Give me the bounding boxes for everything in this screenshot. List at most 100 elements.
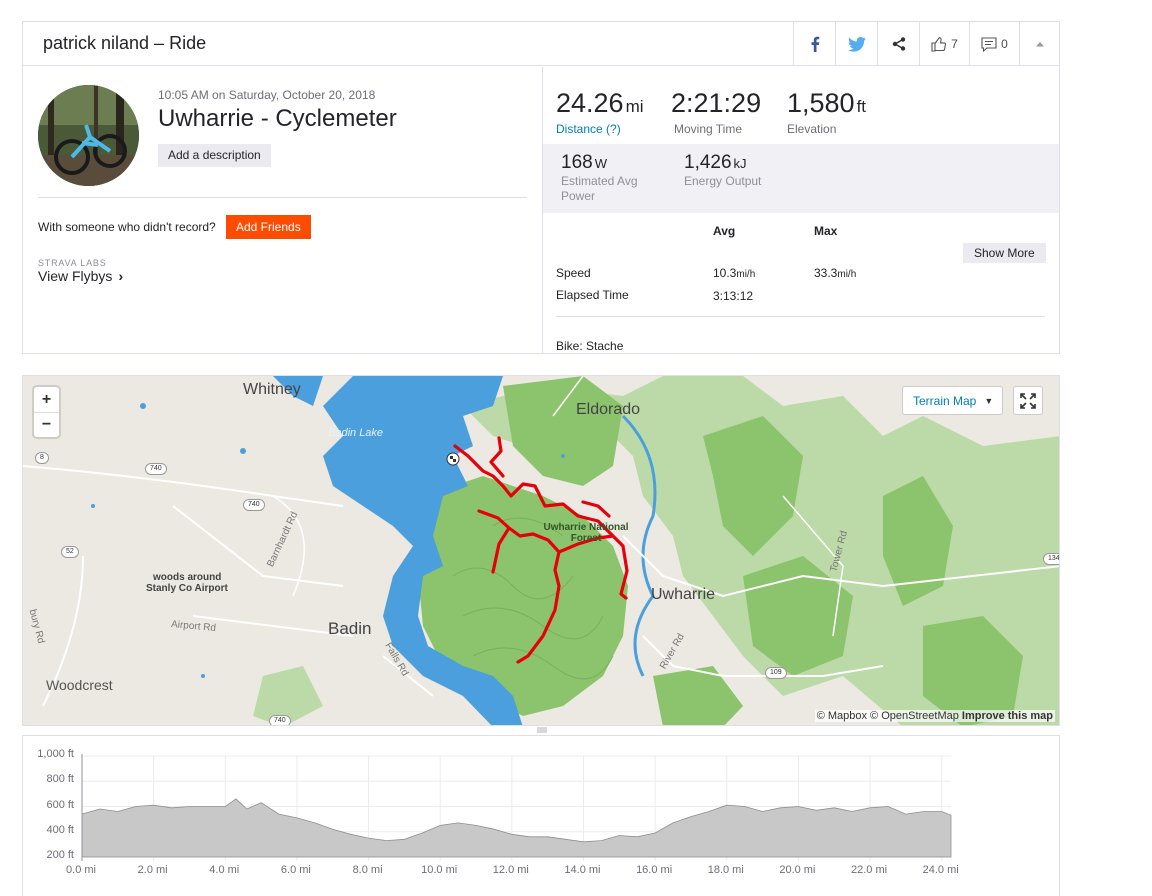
power-unit: W <box>594 156 607 171</box>
activity-summary: 10:05 AM on Saturday, October 20, 2018 U… <box>23 67 543 354</box>
map-terrain[interactable] <box>23 376 1060 726</box>
map-label-uwharrie-nf: Uwharrie National Forest <box>531 522 641 544</box>
energy-unit: kJ <box>733 156 747 171</box>
with-someone-text: With someone who didn't record? <box>38 220 216 234</box>
x-tick-label: 0.0 mi <box>66 864 96 876</box>
route-shield-8: 8 <box>35 452 49 464</box>
add-description-button[interactable]: Add a description <box>158 144 271 167</box>
avatar-photo <box>38 85 139 186</box>
route-shield-740: 740 <box>145 463 167 475</box>
speed-avg: 10.3mi/h <box>713 266 755 280</box>
elevation-label: Elevation <box>787 122 837 136</box>
card-header: patrick niland – Ride 7 0 <box>23 22 1059 66</box>
improve-map-link[interactable]: Improve this map <box>962 710 1053 722</box>
x-tick-label: 14.0 mi <box>564 864 601 876</box>
map-label-badin-lake: Badin Lake <box>328 427 384 439</box>
x-tick-label: 4.0 mi <box>209 864 240 876</box>
y-tick-label: 800 ft <box>46 773 74 786</box>
elapsed-time-value: 3:13:12 <box>713 289 754 303</box>
map-label-woodcrest: Woodcrest <box>46 677 113 693</box>
twitter-share-button[interactable] <box>835 22 877 66</box>
elevation-chart[interactable] <box>22 735 1060 896</box>
map-label-woods-1: woods around <box>153 572 222 583</box>
elevation-plot <box>81 754 952 861</box>
map-label-uwharrie: Uwharrie <box>651 586 716 603</box>
kudos-count: 7 <box>951 37 958 51</box>
fullscreen-button[interactable] <box>1014 387 1042 414</box>
x-tick-label: 6.0 mi <box>280 864 311 876</box>
map-label-eldorado: Eldorado <box>576 401 641 418</box>
map-label-uwharrie-nf-line2: Forest <box>570 533 602 544</box>
distance-label-link[interactable]: Distance (?) <box>556 122 644 136</box>
x-tick-label: 16.0 mi <box>636 864 673 876</box>
map-label-badin: Badin <box>328 619 372 638</box>
chevron-right-icon: › <box>118 268 124 284</box>
stat-elevation: 1,580 ft Elevation <box>787 88 866 136</box>
strava-labs-label: STRAVA LABS <box>38 258 107 268</box>
col-max-header: Max <box>814 224 838 238</box>
thumbs-up-icon <box>931 36 947 52</box>
add-friends-button[interactable]: Add Friends <box>226 215 311 239</box>
kudos-button[interactable]: 7 <box>919 22 969 66</box>
power-value: 168 <box>561 152 593 173</box>
x-tick-label: 12.0 mi <box>492 864 529 876</box>
activity-card: patrick niland – Ride 7 0 10:05 AM on Sa… <box>22 21 1060 354</box>
y-tick-label: 200 ft <box>46 849 74 861</box>
comments-count: 0 <box>1001 37 1008 51</box>
speed-avg-value: 10.3 <box>713 266 737 280</box>
distance-value: 24.26 <box>556 88 624 118</box>
caret-up-icon <box>1035 42 1044 47</box>
route-map[interactable]: Whitney Eldorado Badin Lake Uwharrie Nat… <box>22 375 1060 726</box>
y-tick-label: 400 ft <box>46 823 74 836</box>
map-type-dropdown[interactable]: Terrain Map ▼ <box>903 387 1002 414</box>
avatar[interactable] <box>38 85 139 186</box>
x-tick-label: 10.0 mi <box>421 864 458 876</box>
map-label-woods-2: Stanly Co Airport <box>146 583 228 594</box>
route-shield-52: 52 <box>61 546 79 558</box>
map-attribution: © Mapbox © OpenStreetMap Improve this ma… <box>814 710 1055 722</box>
show-more-button[interactable]: Show More <box>963 243 1046 263</box>
comments-button[interactable]: 0 <box>969 22 1019 66</box>
x-tick-label: 22.0 mi <box>850 864 888 876</box>
secondary-stats: 168 W Estimated Avg Power 1,426 kJ Energy … <box>543 144 1059 213</box>
y-tick-label: 600 ft <box>46 798 74 811</box>
start-flag-icon <box>446 452 460 466</box>
x-tick-label: 8.0 mi <box>352 864 383 876</box>
share-icon <box>892 37 905 51</box>
speed-max-value: 33.3 <box>814 266 838 280</box>
x-tick-label: 20.0 mi <box>779 864 816 876</box>
collapse-button[interactable] <box>1019 22 1059 66</box>
zoom-in-button[interactable]: + <box>34 387 59 412</box>
view-flybys-label: View Flybys <box>38 268 113 284</box>
zoom-controls: + − <box>34 387 59 437</box>
speed-avg-unit: mi/h <box>736 269 756 280</box>
stat-energy: 1,426 kJ Energy Output <box>684 152 774 189</box>
route-shield-134: 134 <box>1043 553 1059 565</box>
twitter-icon <box>847 36 866 52</box>
x-tick-label: 24.0 mi <box>922 864 959 876</box>
energy-value: 1,426 <box>684 152 732 173</box>
map-label-uwharrie-nf-line1: Uwharrie National <box>543 522 629 533</box>
activity-name: Uwharrie - Cyclemeter <box>158 105 397 132</box>
route-shield-740: 740 <box>269 715 291 725</box>
page-title: patrick niland – Ride <box>43 33 207 53</box>
comment-icon <box>981 36 997 52</box>
header-actions: 7 0 <box>793 22 1059 66</box>
facebook-share-button[interactable] <box>793 22 835 66</box>
elevation-value: 1,580 <box>787 88 855 118</box>
share-button[interactable] <box>877 22 919 66</box>
facebook-icon <box>811 36 819 52</box>
resize-grip-icon[interactable] <box>537 727 547 733</box>
zoom-out-button[interactable]: − <box>34 412 59 437</box>
view-flybys-link[interactable]: View Flybys › <box>38 268 123 284</box>
map-type-label: Terrain Map <box>913 393 977 408</box>
energy-label: Energy Output <box>684 174 762 188</box>
map-label-whitney: Whitney <box>243 381 301 398</box>
stat-power: 168 W Estimated Avg Power <box>561 152 651 204</box>
stat-distance: 24.26 mi Distance (?) <box>556 88 644 136</box>
speed-label: Speed <box>556 266 591 280</box>
activity-datetime: 10:05 AM on Saturday, October 20, 2018 <box>158 88 376 102</box>
expand-icon <box>1020 392 1036 409</box>
speed-max: 33.3mi/h <box>814 266 856 280</box>
divider <box>556 316 1045 317</box>
